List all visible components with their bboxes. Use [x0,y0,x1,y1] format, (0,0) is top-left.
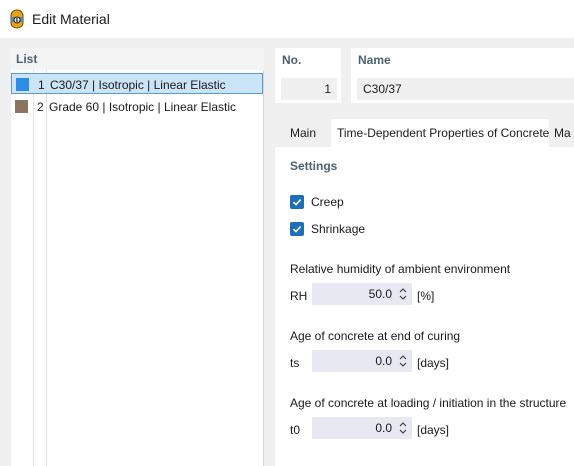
tab-content: Settings Creep Shrinkage Relative humidi… [275,147,574,466]
creep-label: Creep [311,195,344,209]
checkmark-icon [292,199,302,206]
list-item-name: C30/37 | Isotropic | Linear Elastic [50,78,226,92]
title-bar: 6 Edit Material [0,0,574,38]
curing-age-label: Age of concrete at end of curing [290,329,461,343]
shrinkage-label: Shrinkage [311,222,366,236]
rh-spinbox[interactable]: 50.0 [312,283,412,305]
spinner-arrows-icon[interactable] [398,419,408,437]
name-field-panel: Name C30/37 [351,48,574,103]
t0-unit: [days] [417,423,450,437]
list-item-number: 2 [37,100,44,114]
name-label: Name [358,53,391,67]
settings-title: Settings [290,159,338,173]
tab-strip: Main Time-Dependent Properties of Concre… [275,119,574,147]
t0-value: 0.0 [375,421,392,435]
tab-time-dependent-properties[interactable]: Time-Dependent Properties of Concrete [331,119,549,147]
rh-unit: [%] [417,289,435,303]
t0-symbol: t0 [290,423,301,437]
tab-more[interactable]: Ma [554,119,574,147]
checkmark-icon [292,226,302,233]
left-edge-strip [0,48,11,466]
spinner-arrows-icon[interactable] [398,285,408,303]
ts-spinbox[interactable]: 0.0 [312,350,412,372]
svg-text:6: 6 [16,18,19,24]
number-field[interactable]: 1 [281,78,337,100]
ts-unit: [days] [417,356,450,370]
list-column-divider [33,70,34,466]
name-field[interactable]: C30/37 [357,78,574,100]
spinner-arrows-icon[interactable] [398,352,408,370]
list-item-name: Grade 60 | Isotropic | Linear Elastic [49,100,236,114]
loading-age-label: Age of concrete at loading / initiation … [290,396,567,410]
material-color-swatch [15,100,28,113]
list-item-grade-60[interactable]: 2 Grade 60 | Isotropic | Linear Elastic [11,96,263,117]
material-app-icon: 6 [10,9,24,29]
tab-main[interactable]: Main [275,119,331,147]
material-list-panel: List 1 C30/37 | Isotropic | Linear Elast… [11,48,264,466]
rh-symbol: RH [290,289,308,303]
list-column-divider [46,70,47,466]
relative-humidity-label: Relative humidity of ambient environment [290,262,511,276]
list-item-c30-37[interactable]: 1 C30/37 | Isotropic | Linear Elastic [11,73,263,94]
creep-checkbox[interactable] [290,195,304,209]
list-item-number: 1 [38,78,45,92]
ts-symbol: ts [290,356,300,370]
material-color-swatch [16,78,29,91]
list-header: List [11,48,264,70]
creep-checkbox-row[interactable]: Creep [290,194,344,210]
list-title: List [16,52,38,66]
window-title: Edit Material [32,11,110,27]
shrinkage-checkbox[interactable] [290,222,304,236]
t0-spinbox[interactable]: 0.0 [312,417,412,439]
shrinkage-checkbox-row[interactable]: Shrinkage [290,221,365,237]
ts-value: 0.0 [375,354,392,368]
number-field-panel: No. 1 [275,48,341,103]
number-label: No. [282,53,302,67]
rh-value: 50.0 [368,287,392,301]
